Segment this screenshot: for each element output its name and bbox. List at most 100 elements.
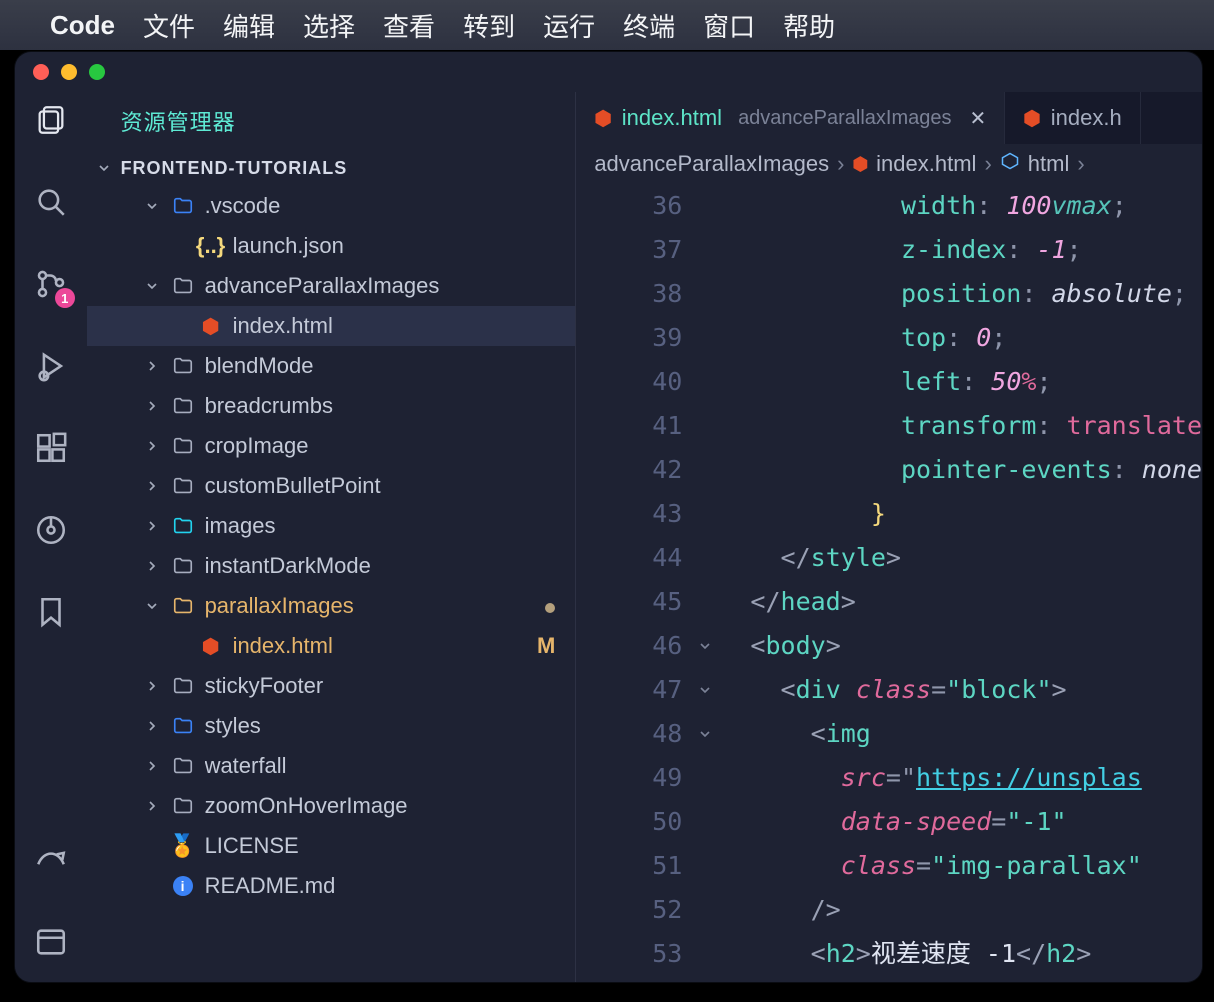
live-preview-activity-icon[interactable] (31, 922, 71, 962)
chevron-right-icon (143, 558, 161, 574)
menu-window[interactable]: 窗口 (703, 7, 755, 44)
folder-images[interactable]: images (87, 506, 576, 546)
window-titlebar[interactable] (15, 52, 1202, 92)
tab-inactive[interactable]: ⬢ index.h (1005, 92, 1140, 144)
share-activity-icon[interactable] (31, 840, 71, 880)
html-file-icon: ⬢ (1023, 106, 1040, 131)
chevron-right-icon (143, 518, 161, 534)
app-name[interactable]: Code (50, 10, 115, 41)
fold-gutter (690, 184, 720, 982)
folder-icon (171, 755, 195, 777)
run-debug-activity-icon[interactable] (31, 346, 71, 386)
folder-icon (171, 275, 195, 297)
breadcrumb-segment[interactable]: index.html (876, 151, 976, 177)
extensions-activity-icon[interactable] (31, 428, 71, 468)
tree-item-label: launch.json (233, 233, 518, 259)
folder-stickyFooter[interactable]: stickyFooter (87, 666, 576, 706)
breadcrumb-segment[interactable]: advanceParallaxImages (594, 151, 829, 177)
folder-zoomOnHoverImage[interactable]: zoomOnHoverImage (87, 786, 576, 826)
file-index.html[interactable]: ⬢index.html (87, 306, 576, 346)
folder-instantDarkMode[interactable]: instantDarkMode (87, 546, 576, 586)
close-icon[interactable]: ✕ (970, 106, 987, 131)
tree-item-label: zoomOnHoverImage (205, 793, 518, 819)
chevron-down-icon (143, 598, 161, 614)
chevron-right-icon: › (1077, 151, 1084, 177)
code-editor[interactable]: 363738394041424344454647484950515253 wid… (576, 184, 1202, 982)
line-number-gutter: 363738394041424344454647484950515253 (576, 184, 690, 982)
menu-go[interactable]: 转到 (463, 7, 515, 44)
breadcrumbs[interactable]: advanceParallaxImages › ⬢ index.html › h… (576, 144, 1202, 184)
zoom-window-button[interactable] (89, 64, 105, 80)
folder-icon (171, 435, 195, 457)
folder-icon (171, 515, 195, 537)
folder-advanceParallaxImages[interactable]: advanceParallaxImages (87, 266, 576, 306)
html-file-icon: ⬢ (199, 634, 223, 659)
chevron-right-icon (143, 678, 161, 694)
file-launch.json[interactable]: {..} launch.json (87, 226, 576, 266)
html-file-icon: ⬢ (594, 106, 611, 131)
close-window-button[interactable] (33, 64, 49, 80)
folder-.vscode[interactable]: .vscode (87, 186, 576, 226)
tree-item-label: breadcrumbs (205, 393, 518, 419)
file-README.md[interactable]: iREADME.md (87, 866, 576, 906)
editor-tabs: ⬢ index.html advanceParallaxImages ✕ ⬢ i… (576, 92, 1202, 144)
chevron-down-icon (95, 160, 113, 176)
chevron-right-icon (143, 398, 161, 414)
folder-icon (171, 795, 195, 817)
file-tree: .vscode {..} launch.json advanceParallaxIma… (87, 186, 576, 906)
folder-styles[interactable]: styles (87, 706, 576, 746)
fold-toggle[interactable] (690, 712, 720, 756)
info-file-icon: i (171, 876, 195, 896)
explorer-activity-icon[interactable] (31, 100, 71, 140)
breadcrumb-segment[interactable]: html (1028, 151, 1070, 177)
folder-icon (171, 595, 195, 617)
folder-customBulletPoint[interactable]: customBulletPoint (87, 466, 576, 506)
file-index.html[interactable]: ⬢ index.html M (87, 626, 576, 666)
tree-item-label: parallaxImages (205, 593, 518, 619)
folder-waterfall[interactable]: waterfall (87, 746, 576, 786)
menu-selection[interactable]: 选择 (303, 7, 355, 44)
sidebar-title: 资源管理器 (87, 92, 576, 150)
menu-edit[interactable]: 编辑 (223, 7, 275, 44)
tab-sublabel: advanceParallaxImages (738, 107, 951, 130)
tree-item-label: blendMode (205, 353, 518, 379)
gitlens-activity-icon[interactable] (31, 510, 71, 550)
folder-breadcrumbs[interactable]: breadcrumbs (87, 386, 576, 426)
fold-toggle[interactable] (690, 624, 720, 668)
tree-item-label: images (205, 513, 518, 539)
tab-label: index.html (622, 105, 722, 131)
tab-active[interactable]: ⬢ index.html advanceParallaxImages ✕ (576, 92, 1005, 144)
fold-toggle[interactable] (690, 668, 720, 712)
source-control-activity-icon[interactable]: 1 (31, 264, 71, 304)
menu-file[interactable]: 文件 (143, 7, 195, 44)
license-file-icon: 🏅 (171, 833, 195, 859)
folder-parallaxImages[interactable]: parallaxImages (87, 586, 576, 626)
menu-view[interactable]: 查看 (383, 7, 435, 44)
bookmarks-activity-icon[interactable] (31, 592, 71, 632)
chevron-right-icon: › (837, 151, 844, 177)
html-file-icon: ⬢ (852, 154, 868, 175)
search-activity-icon[interactable] (31, 182, 71, 222)
macos-menubar: Code 文件 编辑 选择 查看 转到 运行 终端 窗口 帮助 (0, 0, 1214, 50)
symbol-icon (1000, 151, 1020, 177)
git-decoration: M (527, 633, 555, 659)
folder-blendMode[interactable]: blendMode (87, 346, 576, 386)
git-decoration (527, 593, 555, 619)
tree-item-label: stickyFooter (205, 673, 518, 699)
workspace-name: FRONTEND-TUTORIALS (121, 158, 348, 179)
chevron-right-icon (143, 758, 161, 774)
tree-item-label: cropImage (205, 433, 518, 459)
menu-help[interactable]: 帮助 (783, 7, 835, 44)
folder-icon (171, 715, 195, 737)
tree-item-label: index.html (233, 633, 518, 659)
menu-terminal[interactable]: 终端 (623, 7, 675, 44)
minimize-window-button[interactable] (61, 64, 77, 80)
file-LICENSE[interactable]: 🏅LICENSE (87, 826, 576, 866)
tree-item-label: instantDarkMode (205, 553, 518, 579)
scm-badge: 1 (55, 288, 75, 308)
json-file-icon: {..} (199, 233, 223, 259)
workspace-section-header[interactable]: FRONTEND-TUTORIALS (87, 150, 576, 186)
folder-cropImage[interactable]: cropImage (87, 426, 576, 466)
code-content[interactable]: width: 100vmax; z-index: -1; position: a… (720, 184, 1202, 982)
menu-run[interactable]: 运行 (543, 7, 595, 44)
